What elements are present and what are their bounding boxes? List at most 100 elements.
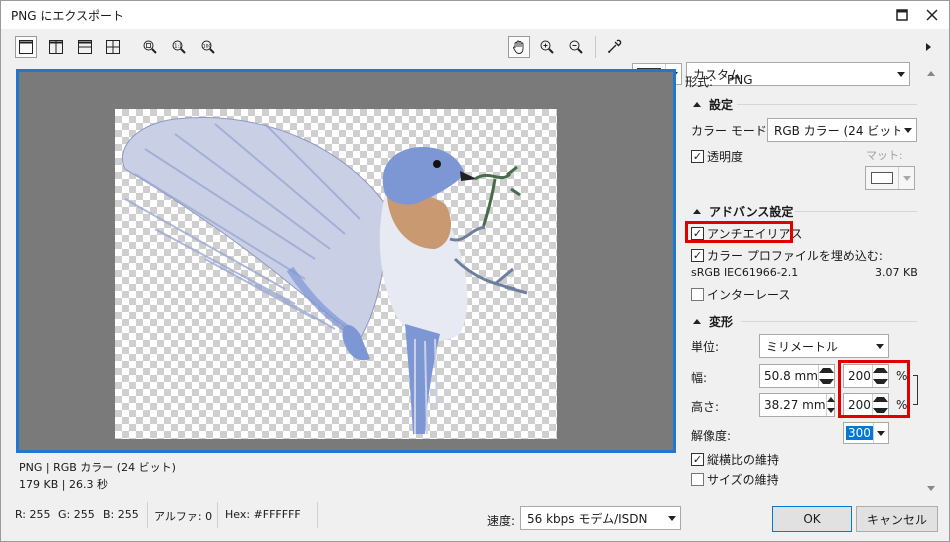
spin-down-icon[interactable] xyxy=(819,376,834,387)
status-separator xyxy=(217,502,218,528)
speed-label: 速度: xyxy=(487,514,516,528)
color-mode-dropdown[interactable]: RGB カラー (24 ビット) xyxy=(767,118,917,142)
advanced-section-header[interactable]: アドバンス設定 xyxy=(693,203,793,220)
eyedropper-button[interactable] xyxy=(603,36,625,58)
status-hex: Hex: #FFFFFF xyxy=(225,508,301,521)
spin-up-icon[interactable] xyxy=(819,365,834,376)
spin-down-icon[interactable] xyxy=(826,405,835,416)
advanced-header-label: アドバンス設定 xyxy=(709,205,794,219)
title-bar: PNG にエクスポート xyxy=(1,1,949,29)
transform-header-label: 変形 xyxy=(709,315,734,329)
toolbar: 1:1 100 カスタム xyxy=(1,29,949,86)
preset-menu-button[interactable] xyxy=(917,36,939,58)
matte-color-picker[interactable] xyxy=(865,166,915,190)
height-label: 高さ: xyxy=(691,400,720,414)
embed-profile-label: カラー プロファイルを埋め込む: xyxy=(707,249,883,263)
speed-dropdown[interactable]: 56 kbps モデム/ISDN xyxy=(520,506,681,530)
unchecked-box-icon xyxy=(691,473,704,486)
settings-scrollbar[interactable] xyxy=(923,67,939,497)
section-divider xyxy=(737,104,917,105)
collapse-icon xyxy=(693,319,701,324)
split-horizontal-button[interactable] xyxy=(74,36,96,58)
profile-size: 3.07 KB xyxy=(875,266,918,279)
transform-section-header[interactable]: 変形 xyxy=(693,313,733,330)
color-mode-value: RGB カラー (24 ビット) xyxy=(774,123,900,138)
status-separator xyxy=(317,502,318,528)
single-view-icon xyxy=(19,40,33,54)
zoom-1to1-icon: 1:1 xyxy=(172,40,186,54)
status-red: R: 255 xyxy=(15,508,51,521)
width-label: 幅: xyxy=(691,371,708,385)
collapse-icon xyxy=(693,102,701,107)
split-vertical-icon xyxy=(49,40,63,54)
pan-tool-button[interactable] xyxy=(508,36,530,58)
width-mm-spinner[interactable]: 50.8 mm xyxy=(759,364,835,388)
keep-size-label: サイズの維持 xyxy=(707,473,779,487)
cancel-button[interactable]: キャンセル xyxy=(856,506,938,532)
keep-ratio-label: 縦横比の維持 xyxy=(707,453,780,467)
close-button[interactable] xyxy=(919,4,945,26)
maximize-button[interactable] xyxy=(889,4,915,26)
transparency-checkerboard xyxy=(115,109,557,439)
check-icon: ✓ xyxy=(691,453,704,466)
transparency-label: 透明度 xyxy=(707,150,744,164)
zoom-actual-button[interactable]: 1:1 xyxy=(168,36,190,58)
settings-section-header[interactable]: 設定 xyxy=(693,96,733,113)
zoom-out-icon xyxy=(569,40,583,54)
keep-ratio-checkbox[interactable]: ✓ 縦横比の維持 xyxy=(691,451,779,468)
resolution-combo[interactable]: 300 xyxy=(843,422,889,444)
resolution-value: 300 xyxy=(846,426,873,440)
zoom-in-button[interactable] xyxy=(536,36,558,58)
status-alpha: アルファ: 0 xyxy=(154,510,213,523)
ok-button[interactable]: OK xyxy=(772,506,852,532)
chevron-down-icon xyxy=(872,423,888,443)
zoom-fit-button[interactable] xyxy=(139,36,161,58)
interlace-checkbox[interactable]: インターレース xyxy=(691,286,790,303)
zoom-100-button[interactable]: 100 xyxy=(197,36,219,58)
chevron-down-icon xyxy=(898,167,914,189)
zoom-in-icon xyxy=(540,40,554,54)
section-divider xyxy=(795,211,917,212)
preview-info-size: 179 KB | 26.3 秒 xyxy=(19,478,108,491)
width-mm-value: 50.8 mm xyxy=(764,369,818,383)
scroll-down-icon[interactable] xyxy=(927,486,935,491)
hand-icon xyxy=(513,40,524,54)
aspect-link-bracket xyxy=(913,375,918,405)
check-icon: ✓ xyxy=(691,249,704,262)
spin-up-icon[interactable] xyxy=(826,394,835,405)
check-icon: ✓ xyxy=(691,150,704,163)
scale-highlight xyxy=(838,360,910,418)
transparency-checkbox[interactable]: ✓ 透明度 xyxy=(691,148,743,165)
scroll-up-icon[interactable] xyxy=(927,71,935,76)
maximize-icon xyxy=(896,9,908,21)
unit-dropdown[interactable]: ミリメートル xyxy=(759,334,889,358)
zoom-100-icon: 100 xyxy=(201,40,215,54)
resolution-label: 解像度: xyxy=(691,429,732,443)
format-label: 形式: xyxy=(685,75,714,89)
embed-profile-checkbox[interactable]: ✓ カラー プロファイルを埋め込む: xyxy=(691,247,883,264)
keep-size-checkbox[interactable]: サイズの維持 xyxy=(691,471,779,488)
matte-swatch xyxy=(871,172,893,184)
interlace-label: インターレース xyxy=(707,288,791,302)
quad-view-button[interactable] xyxy=(102,36,124,58)
chevron-down-icon xyxy=(900,119,916,141)
export-dialog: PNG にエクスポート 1:1 100 カスタム PNG | RGB カラー (… xyxy=(0,0,950,542)
settings-header-label: 設定 xyxy=(709,98,734,112)
matte-label: マット: xyxy=(866,149,903,162)
color-mode-label: カラー モード: xyxy=(691,124,771,138)
zoom-out-button[interactable] xyxy=(565,36,587,58)
bird-image xyxy=(122,117,528,435)
height-mm-value: 38.27 mm xyxy=(764,398,826,412)
unit-value: ミリメートル xyxy=(766,339,839,354)
profile-name: sRGB IEC61966-2.1 xyxy=(691,266,799,279)
split-vertical-button[interactable] xyxy=(45,36,67,58)
chevron-right-icon xyxy=(925,43,931,51)
preview-pane[interactable] xyxy=(16,69,676,453)
single-view-button[interactable] xyxy=(15,36,37,58)
window-title: PNG にエクスポート xyxy=(11,9,124,23)
settings-panel: 形式: PNG 設定 カラー モード: RGB カラー (24 ビット) ✓ 透… xyxy=(685,67,921,497)
unchecked-box-icon xyxy=(691,288,704,301)
zoom-fit-icon xyxy=(143,40,157,54)
preview-info-format: PNG | RGB カラー (24 ビット) xyxy=(19,461,176,474)
height-mm-spinner[interactable]: 38.27 mm xyxy=(759,393,835,417)
